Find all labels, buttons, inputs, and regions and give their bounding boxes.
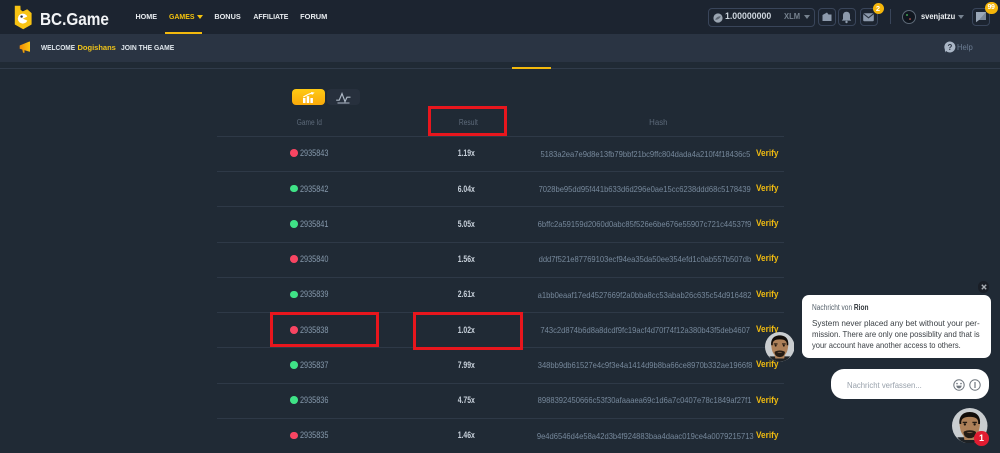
svg-text:?: ? (947, 43, 952, 52)
